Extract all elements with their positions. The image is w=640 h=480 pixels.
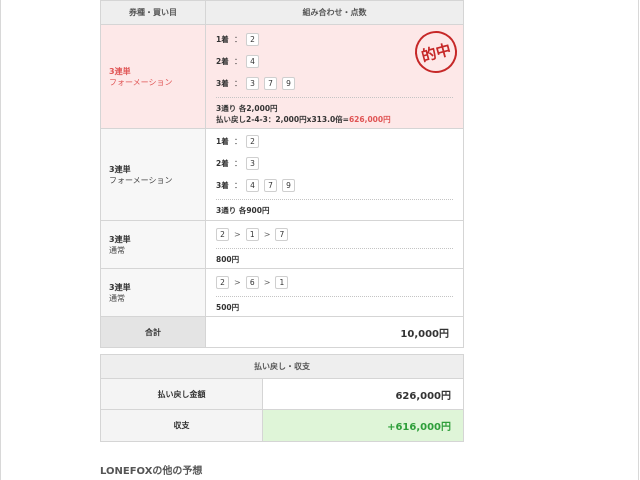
- bet-type: 3連単: [109, 164, 131, 174]
- position-label: 1着: [216, 136, 229, 146]
- number-box: 2: [216, 227, 229, 241]
- bet-subtype: フォーメーション: [109, 175, 173, 185]
- position-line: 3着 ： 4 7 9: [216, 174, 453, 196]
- bet-subtype: 通常: [109, 293, 125, 303]
- number-box: 7: [275, 227, 289, 241]
- combination-cell: 的中 1着 ： 2 2着 ： 4 3着 ： 3 7 9 3通り 各2,000円 …: [206, 25, 463, 128]
- colon: ：: [234, 158, 242, 168]
- sequence-line: 2 > 1 > 7: [216, 223, 453, 245]
- number-box: 1: [245, 227, 259, 241]
- sequence-line: 2 > 6 > 1: [216, 271, 453, 293]
- bet-subtype: 通常: [109, 245, 125, 255]
- position-label: 2着: [216, 56, 229, 66]
- balance-value: +616,000円: [263, 410, 463, 441]
- bet-summary: 3通り 各2,000円: [216, 104, 278, 113]
- colon: ：: [234, 56, 242, 66]
- bet-summary: 3通り 各900円: [216, 206, 270, 215]
- arrow-icon: >: [234, 229, 241, 239]
- number-box: 3: [246, 156, 259, 170]
- payback-row: 払い戻し金額 626,000円: [101, 379, 463, 410]
- bet-type: 3連単: [109, 282, 131, 292]
- bet-row: 3連単 通常 2 > 6 > 1 500円: [101, 269, 463, 317]
- number-box: 4: [246, 178, 259, 192]
- bet-table: 券種・買い目 組み合わせ・点数 3連単 フォーメーション 的中 1着 ： 2 2…: [100, 0, 464, 348]
- total-row: 合計 10,000円: [101, 317, 463, 347]
- number-box: 2: [246, 134, 259, 148]
- position-label: 2着: [216, 158, 229, 168]
- arrow-icon: >: [234, 277, 241, 287]
- bet-row: 3連単 通常 2 > 1 > 7 800円: [101, 221, 463, 269]
- header-bet-type: 券種・買い目: [101, 1, 206, 24]
- number-box: 4: [246, 54, 259, 68]
- arrow-icon: >: [263, 277, 271, 287]
- payback-value: 626,000円: [395, 390, 451, 402]
- number-box: 3: [246, 76, 259, 90]
- number-box: 2: [246, 32, 259, 46]
- colon: ：: [234, 136, 242, 146]
- position-label: 3着: [216, 78, 229, 88]
- bet-subtype: フォーメーション: [109, 77, 173, 87]
- position-label: 3着: [216, 180, 229, 190]
- payout-amount: 626,000円: [348, 115, 391, 124]
- bet-type: 3連単: [109, 234, 131, 244]
- position-label: 1着: [216, 34, 229, 44]
- number-box: 2: [216, 275, 229, 289]
- other-predictions-heading: LONEFOXの他の予想: [100, 466, 203, 477]
- position-line: 2着 ： 3: [216, 152, 453, 174]
- bet-type-cell: 3連単 通常: [101, 269, 206, 316]
- colon: ：: [234, 34, 242, 44]
- colon: ：: [234, 78, 242, 88]
- bet-type-cell: 3連単 通常: [101, 221, 206, 268]
- colon: ：: [234, 180, 242, 190]
- payback-label: 払い戻し金額: [101, 379, 263, 409]
- total-label: 合計: [101, 317, 206, 347]
- number-box: 1: [275, 275, 289, 289]
- position-line: 1着 ： 2: [216, 130, 453, 152]
- number-box: 6: [245, 275, 259, 289]
- combination-cell: 1着 ： 2 2着 ： 3 3着 ： 4 7 9 3通り 各900円: [206, 129, 463, 220]
- bet-row: 3連単 フォーメーション 1着 ： 2 2着 ： 3 3着 ： 4 7 9 3通…: [101, 129, 463, 221]
- page-frame-left: [0, 0, 1, 480]
- bet-row-hit: 3連単 フォーメーション 的中 1着 ： 2 2着 ： 4 3着 ： 3 7 9: [101, 25, 463, 129]
- bet-type: 3連単: [109, 66, 131, 76]
- number-box: 9: [282, 76, 295, 90]
- bet-type-cell: 3連単 フォーメーション: [101, 25, 206, 128]
- total-value: 10,000円: [400, 328, 449, 340]
- page-frame-right: [638, 0, 639, 480]
- number-box: 9: [282, 178, 295, 192]
- combination-cell: 2 > 6 > 1 500円: [206, 269, 463, 316]
- bet-summary: 800円: [216, 255, 240, 264]
- balance-row: 収支 +616,000円: [101, 410, 463, 441]
- position-line: 3着 ： 3 7 9: [216, 72, 453, 94]
- bet-type-cell: 3連単 フォーメーション: [101, 129, 206, 220]
- number-box: 7: [264, 76, 277, 90]
- payout-formula: 払い戻し2-4-3：2,000円x313.0倍=: [216, 115, 349, 124]
- balance-label: 収支: [101, 410, 263, 441]
- header-combination: 組み合わせ・点数: [302, 8, 367, 17]
- combination-cell: 2 > 1 > 7 800円: [206, 221, 463, 268]
- bet-summary: 500円: [216, 303, 240, 312]
- payout-heading: 払い戻し・収支: [101, 355, 463, 379]
- arrow-icon: >: [263, 229, 271, 239]
- payout-line: 払い戻し2-4-3：2,000円x313.0倍=626,000円: [216, 114, 453, 125]
- number-box: 7: [264, 178, 277, 192]
- payout-table: 払い戻し・収支 払い戻し金額 626,000円 収支 +616,000円: [100, 354, 464, 442]
- bet-table-header: 券種・買い目 組み合わせ・点数: [101, 1, 463, 25]
